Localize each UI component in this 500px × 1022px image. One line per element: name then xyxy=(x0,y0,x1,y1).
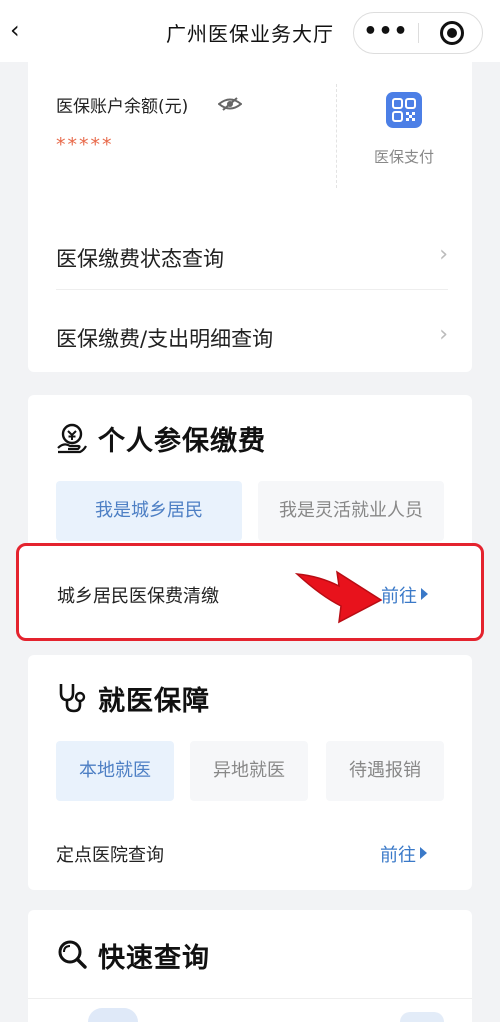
hand-coin-icon xyxy=(57,423,87,454)
section-title: 个人参保缴费 xyxy=(98,426,266,457)
resident-fee-payment-row[interactable]: 城乡居民医保费清缴 前往 xyxy=(16,543,484,641)
pay-label: 医保支付 xyxy=(373,148,434,166)
red-arrow-icon xyxy=(294,570,383,624)
personal-payment-card: 个人参保缴费 我是城乡居民 我是灵活就业人员 xyxy=(28,395,472,545)
triangle-right-icon xyxy=(421,588,428,600)
chevron-right-icon: › xyxy=(439,322,448,347)
row-label: 城乡居民医保费清缴 xyxy=(57,586,219,607)
medical-protection-card: 就医保障 本地就医 异地就医 待遇报销 定点医院查询 前往 xyxy=(28,655,472,890)
go-label: 前往 xyxy=(380,845,416,866)
query-item-icon[interactable] xyxy=(88,1008,138,1022)
tab-remote-medical[interactable]: 异地就医 xyxy=(190,741,308,801)
divider xyxy=(28,998,472,999)
more-icon[interactable]: ••• xyxy=(354,13,418,53)
miniprogram-capsule: ••• xyxy=(353,12,483,54)
payment-status-query-row[interactable]: 医保缴费状态查询 › xyxy=(56,220,448,290)
tab-urban-rural-resident[interactable]: 我是城乡居民 xyxy=(56,481,242,541)
triangle-right-icon xyxy=(420,847,427,859)
qr-code-icon xyxy=(386,92,422,128)
eye-hidden-icon[interactable] xyxy=(218,97,242,111)
quick-query-card: 快速查询 xyxy=(28,910,472,1022)
top-navbar: ‹ 广州医保业务大厅 ••• xyxy=(0,0,500,62)
tab-local-medical[interactable]: 本地就医 xyxy=(56,741,174,801)
row-label: 医保缴费状态查询 xyxy=(56,247,224,271)
stethoscope-icon xyxy=(59,684,86,713)
insurance-pay-button[interactable]: 医保支付 xyxy=(346,92,462,167)
capsule-divider xyxy=(418,23,419,43)
balance-value-masked: ***** xyxy=(56,134,114,156)
go-link[interactable]: 前往 xyxy=(381,582,428,608)
go-link[interactable]: 前往 xyxy=(380,841,427,867)
vertical-divider xyxy=(336,84,337,188)
close-icon[interactable] xyxy=(440,21,464,45)
hospital-query-label: 定点医院查询 xyxy=(56,845,164,866)
balance-label: 医保账户余额(元) xyxy=(56,97,189,117)
query-item-icon[interactable] xyxy=(400,1012,444,1022)
tab-flexible-employee[interactable]: 我是灵活就业人员 xyxy=(258,481,444,541)
section-title: 快速查询 xyxy=(98,943,210,974)
tab-reimbursement[interactable]: 待遇报销 xyxy=(326,741,444,801)
payment-detail-query-row[interactable]: 医保缴费/支出明细查询 › xyxy=(56,300,448,370)
go-label: 前往 xyxy=(381,586,417,607)
row-label: 医保缴费/支出明细查询 xyxy=(56,327,274,351)
search-icon xyxy=(58,940,87,969)
chevron-right-icon: › xyxy=(439,242,448,267)
account-card: 医保账户余额(元) ***** 医保支付 医保缴费状态查询 › 医保缴费/支出明… xyxy=(28,62,472,372)
section-title: 就医保障 xyxy=(98,686,210,717)
